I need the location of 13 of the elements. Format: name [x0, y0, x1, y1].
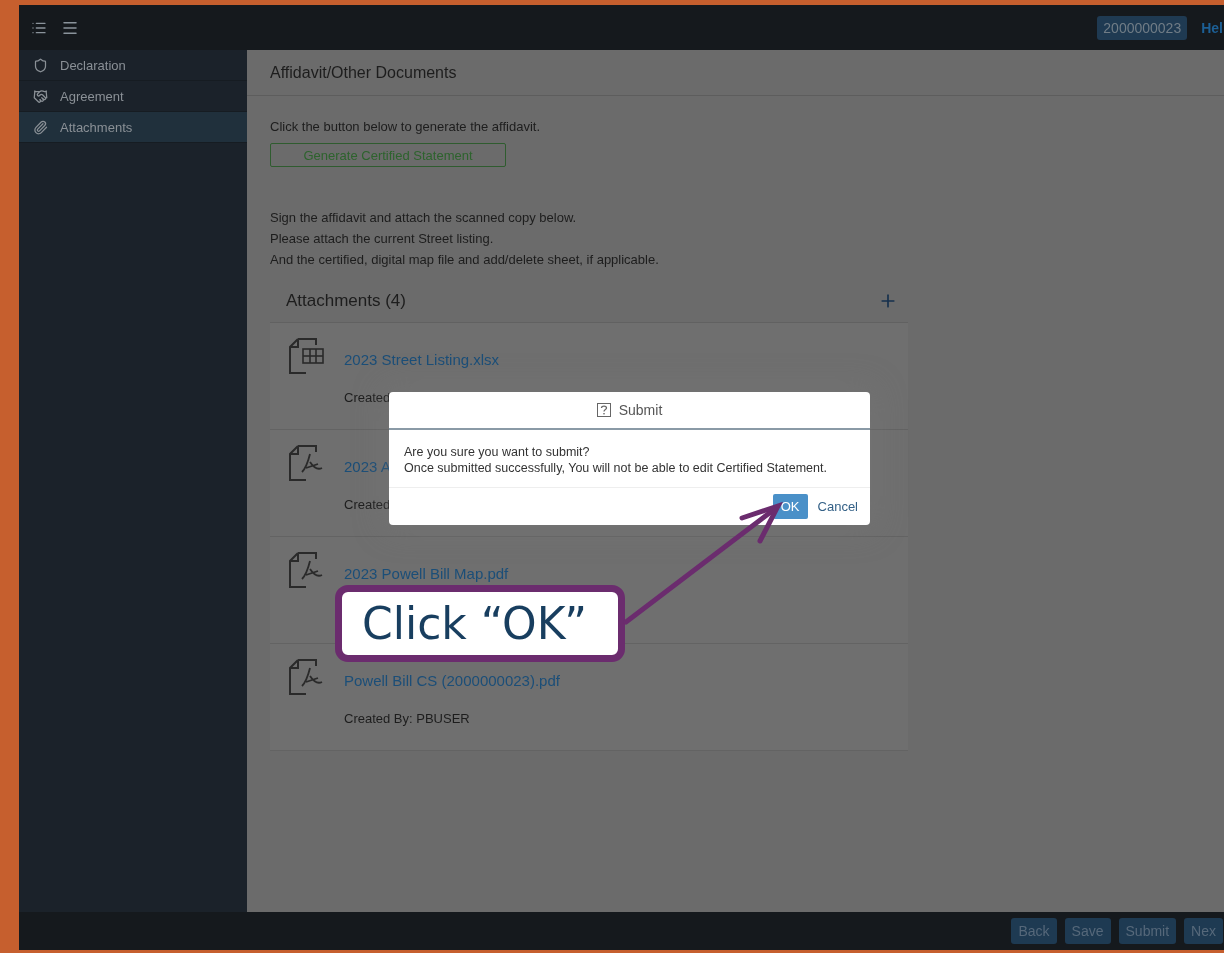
created-by-text: Created — [344, 497, 391, 512]
account-id-badge: 2000000023 — [1097, 15, 1188, 40]
instruction-text: Please attach the current Street listing. — [270, 230, 495, 248]
callout-tooltip: Click “OK” — [335, 585, 625, 662]
created-by-text: Created By: PBUSER — [344, 711, 471, 726]
instruction-text: And the certified, digital map file and add/delete sheet, if applicable. — [270, 251, 660, 269]
page-title: Affidavit/Other Documents — [247, 50, 1224, 96]
attachments-title: Attachments (4) — [286, 291, 406, 311]
dialog-message: Once submitted successfully, You will not be able to edit Certified Statement. — [404, 460, 828, 476]
instruction-text: Sign the affidavit and attach the scanned copy below. — [270, 209, 578, 227]
dialog-message: Are you sure you want to submit? — [404, 444, 591, 460]
dialog-title: Submit — [618, 402, 663, 418]
instruction-text: Click the button below to generate the affidavit. — [270, 118, 542, 136]
